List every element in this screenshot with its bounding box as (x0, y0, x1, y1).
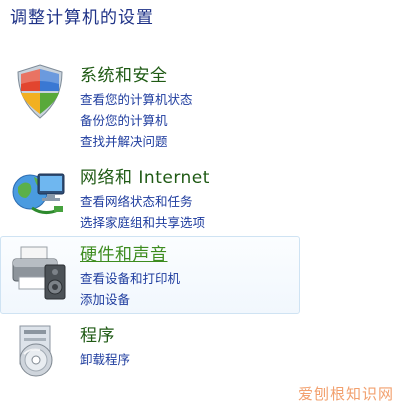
link-view-computer-status[interactable]: 查看您的计算机状态 (80, 89, 193, 110)
link-backup-computer[interactable]: 备份您的计算机 (80, 110, 193, 131)
programs-disc-icon[interactable] (10, 320, 70, 380)
link-add-device[interactable]: 添加设备 (80, 289, 180, 310)
category-title-system-security[interactable]: 系统和安全 (80, 61, 193, 86)
category-title-hardware-sound[interactable]: 硬件和声音 (80, 240, 180, 265)
link-troubleshoot[interactable]: 查找并解决问题 (80, 131, 193, 152)
link-uninstall-program[interactable]: 卸载程序 (80, 349, 130, 370)
link-homegroup-sharing[interactable]: 选择家庭组和共享选项 (80, 212, 210, 233)
category-hardware-sound[interactable]: 硬件和声音 查看设备和打印机 添加设备 (0, 236, 300, 314)
network-globe-icon[interactable] (10, 162, 70, 222)
category-network-internet: 网络和 Internet 查看网络状态和任务 选择家庭组和共享选项 (0, 158, 298, 230)
shield-icon[interactable] (10, 62, 70, 122)
link-devices-printers[interactable]: 查看设备和打印机 (80, 268, 180, 289)
printer-speaker-icon[interactable] (9, 243, 69, 303)
link-view-network-status[interactable]: 查看网络状态和任务 (80, 191, 210, 212)
category-title-network-internet[interactable]: 网络和 Internet (80, 163, 210, 188)
category-title-programs[interactable]: 程序 (80, 321, 130, 346)
page-title: 调整计算机的设置 (10, 8, 154, 28)
category-programs: 程序 卸载程序 (0, 316, 298, 377)
category-system-security: 系统和安全 查看您的计算机状态 备份您的计算机 查找并解决问题 (0, 56, 298, 152)
watermark: 爱刨根知识网 (297, 385, 394, 403)
